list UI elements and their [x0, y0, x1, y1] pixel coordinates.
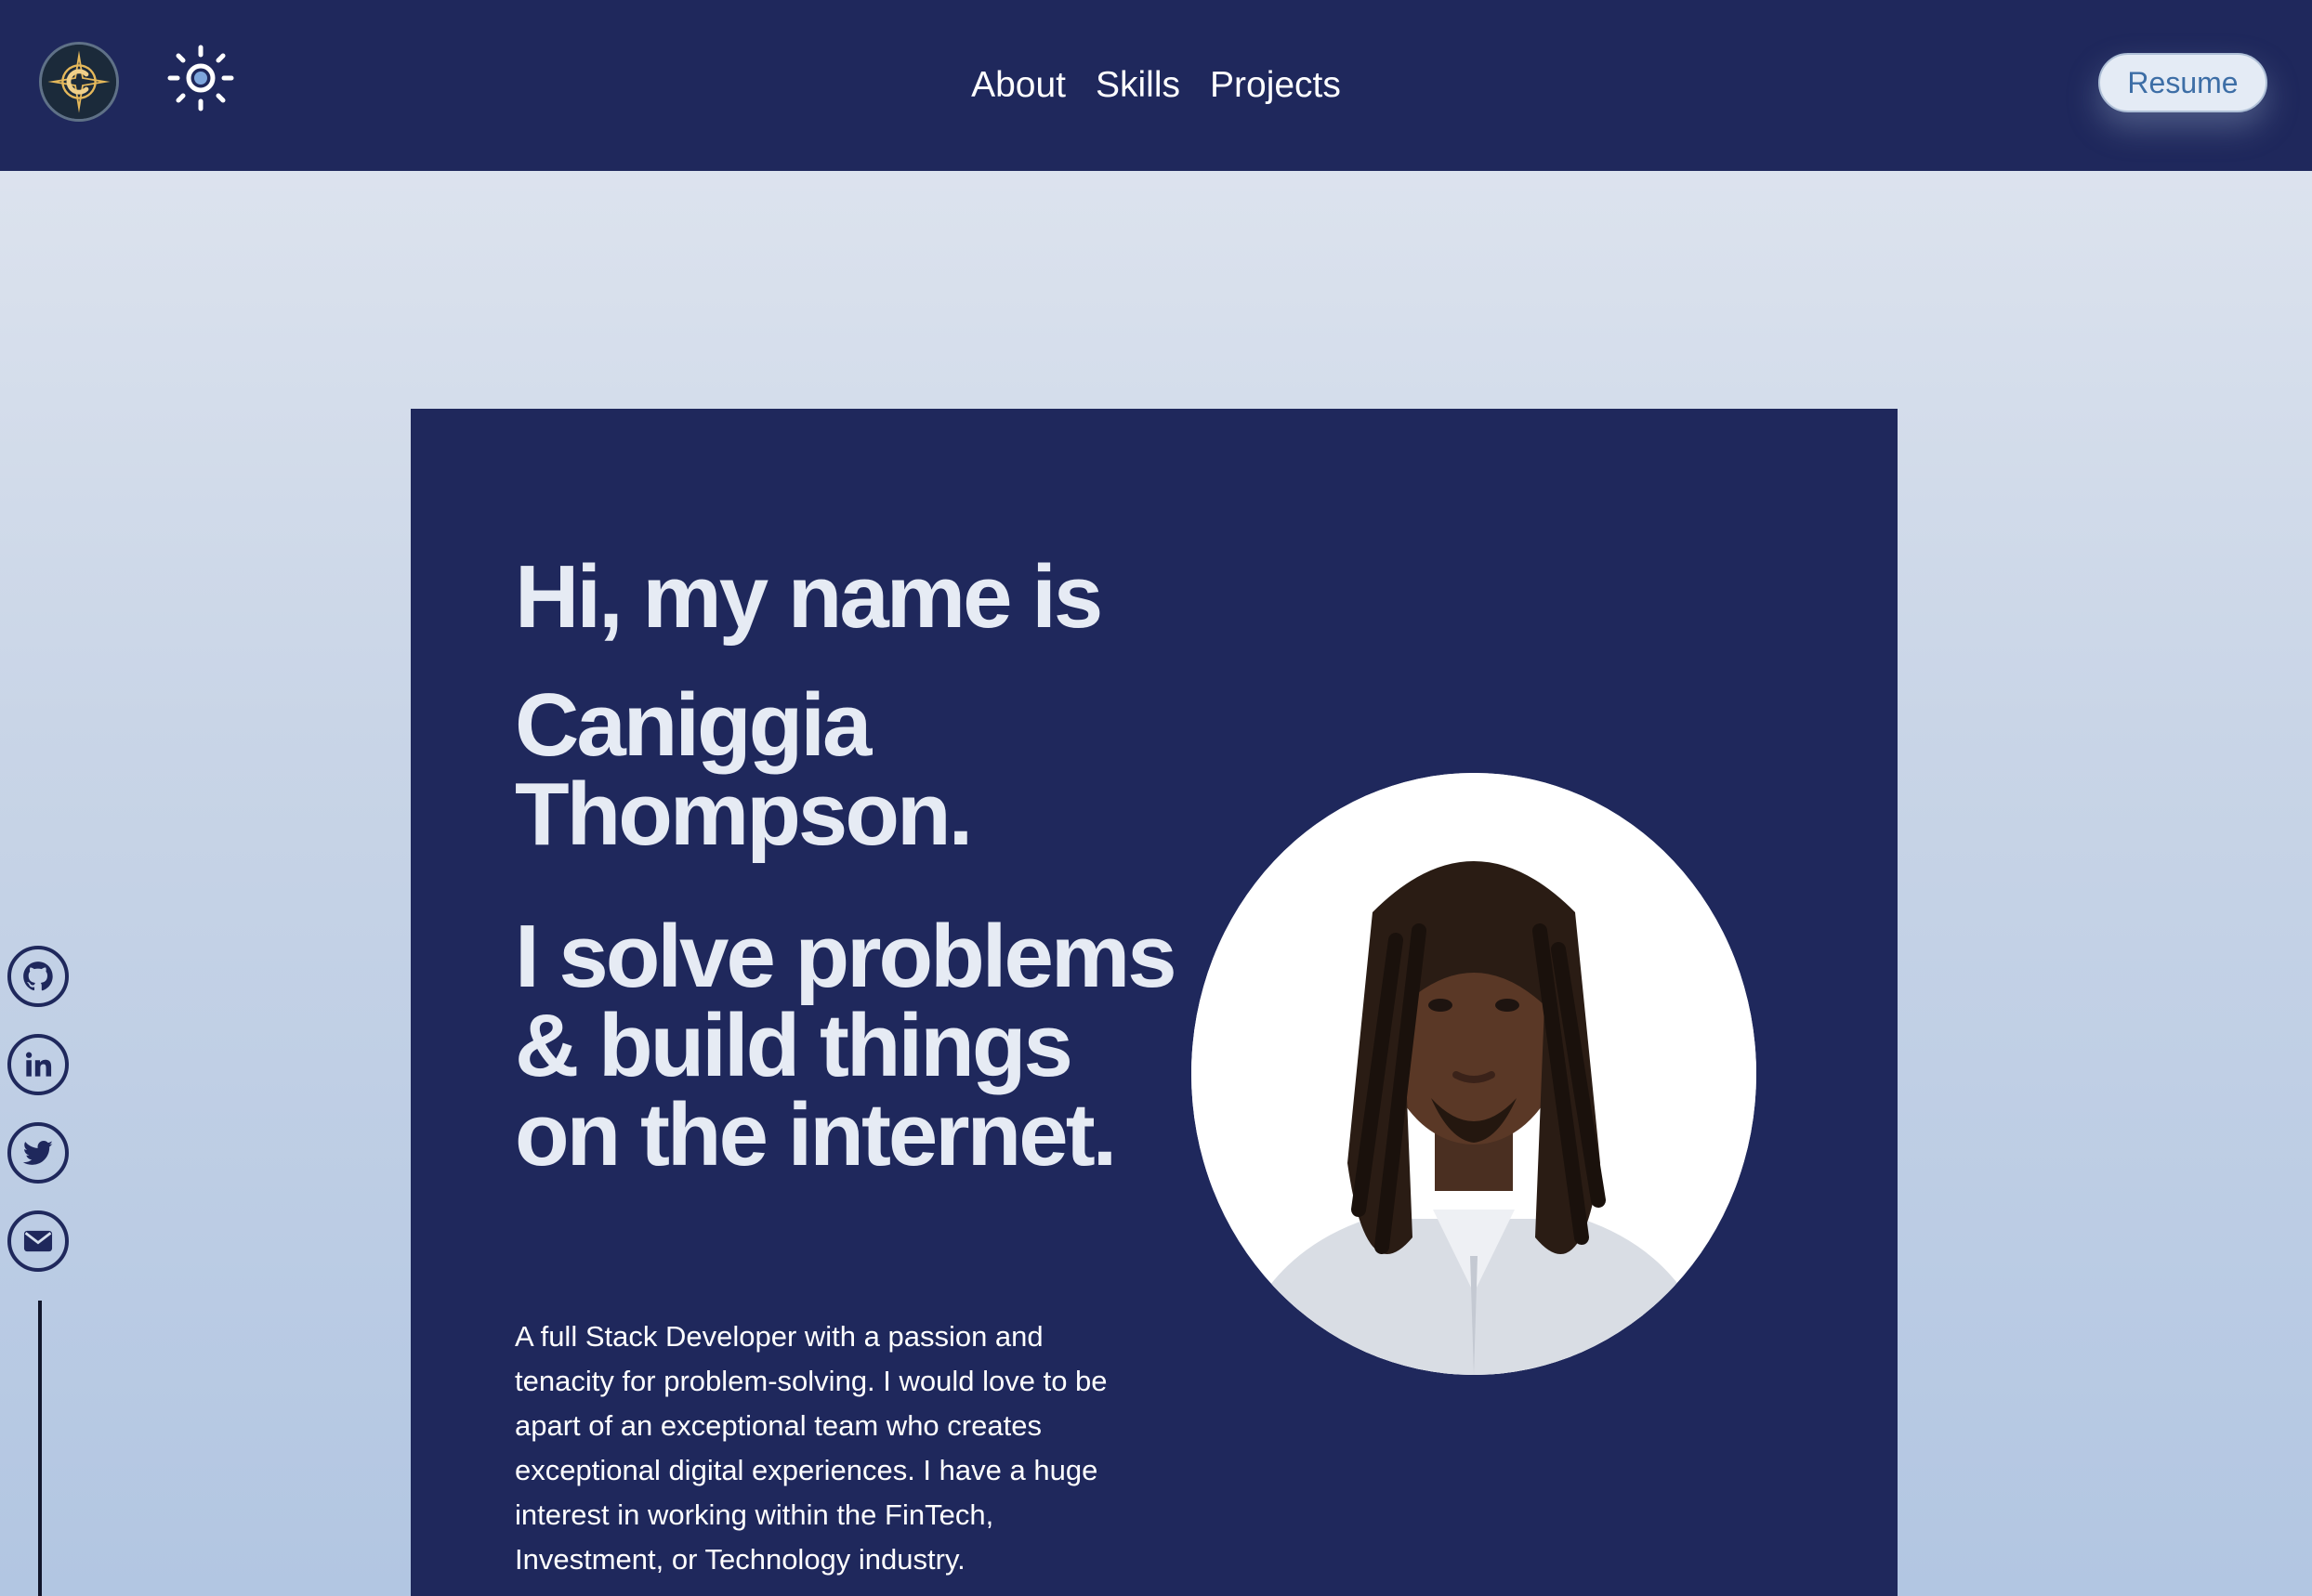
hero-greeting: Hi, my name is [515, 547, 1103, 647]
resume-button[interactable]: Resume [2098, 53, 2267, 112]
nav-link-projects[interactable]: Projects [1210, 56, 1341, 115]
top-navbar: About Skills Projects Resume [0, 0, 2312, 171]
nav-link-skills[interactable]: Skills [1096, 56, 1180, 115]
social-links-rail [7, 946, 74, 1299]
hero-section: Hi, my name is Caniggia Thompson. I solv… [411, 409, 1898, 1596]
social-rail-divider [38, 1301, 42, 1596]
linkedin-icon[interactable] [7, 1034, 69, 1095]
hero-bio: A full Stack Developer with a passion an… [515, 1320, 1108, 1576]
email-icon[interactable] [7, 1210, 69, 1272]
profile-photo [1191, 773, 1756, 1375]
nav-link-about[interactable]: About [971, 56, 1066, 115]
main-nav: About Skills Projects [0, 56, 2312, 115]
hero-tagline: I solve problems & build things on the i… [515, 907, 1177, 1184]
github-icon[interactable] [7, 946, 69, 1007]
hero-name: Caniggia Thompson. [515, 675, 973, 864]
twitter-icon[interactable] [7, 1122, 69, 1184]
